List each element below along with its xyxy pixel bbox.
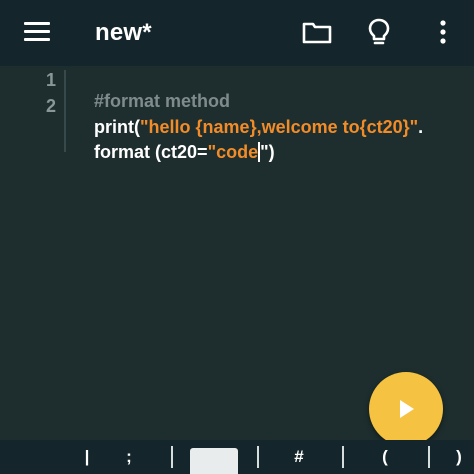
key-divider xyxy=(342,446,344,468)
more-vertical-icon[interactable] xyxy=(427,16,459,48)
folder-icon[interactable] xyxy=(301,16,333,48)
key-divider xyxy=(257,446,259,468)
key-hash[interactable]: # xyxy=(284,440,314,474)
run-button[interactable] xyxy=(369,372,443,446)
gutter-divider xyxy=(64,70,66,152)
play-icon xyxy=(400,400,414,418)
file-title: new* xyxy=(95,19,152,46)
key-semicolon[interactable]: ; xyxy=(114,440,144,474)
key-divider xyxy=(428,446,430,468)
key-blank[interactable] xyxy=(190,448,238,474)
line-number: 1 xyxy=(45,70,56,90)
line-number: 2 xyxy=(45,96,56,116)
code-text: format (ct20= xyxy=(94,142,208,162)
code-text: ") xyxy=(260,142,275,162)
code-line-2-wrap[interactable]: format (ct20="code ") xyxy=(74,121,275,184)
key-divider xyxy=(171,446,173,468)
key-pipe[interactable]: | xyxy=(72,440,102,474)
symbol-keybar: | ; # ( ) xyxy=(0,440,474,474)
lightbulb-icon[interactable] xyxy=(363,16,395,48)
key-open-paren[interactable]: ( xyxy=(370,440,400,474)
key-close-paren[interactable]: ) xyxy=(444,440,474,474)
app-toolbar: new* xyxy=(0,0,474,66)
hamburger-menu-icon[interactable] xyxy=(24,22,50,42)
code-string: "code xyxy=(207,142,259,162)
code-text: . xyxy=(418,117,424,137)
